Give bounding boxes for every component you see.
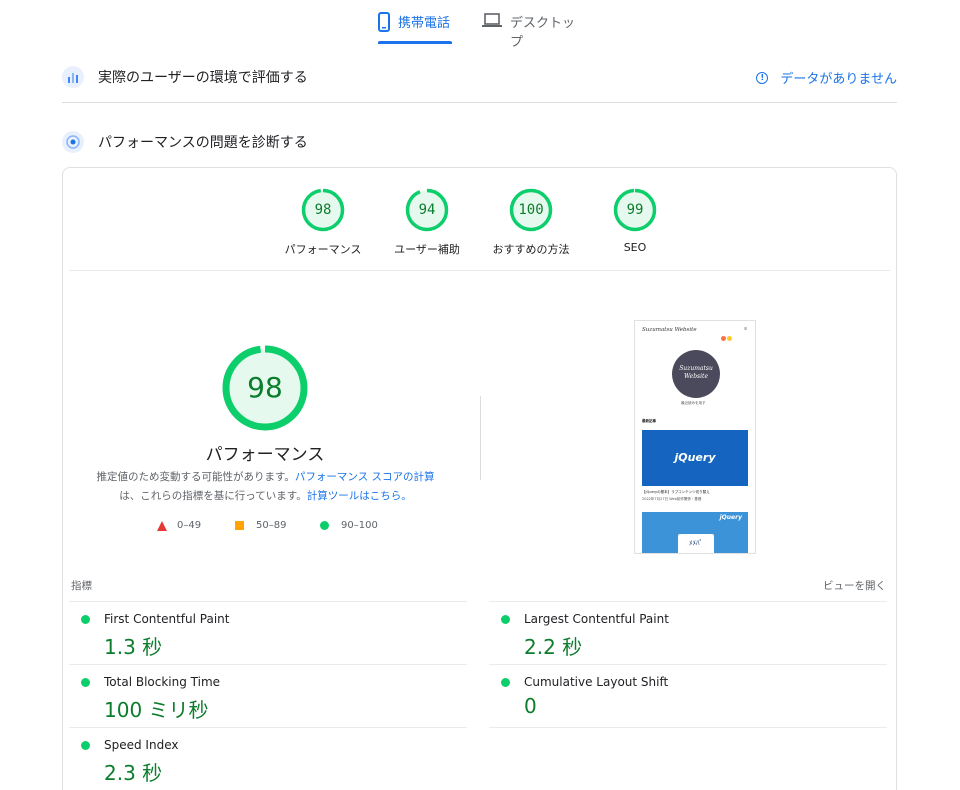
tab-desktop[interactable]: デスクトップ: [482, 12, 586, 50]
category-gauges: 98 パフォーマンス 94 ユーザー補助 100 おすすめの方法 99 SEO: [63, 168, 896, 270]
metric-first-contentful-paint: First Contentful Paint 1.3 秒: [69, 601, 467, 664]
tab-mobile[interactable]: 携帯電話: [378, 12, 452, 44]
gauge-ring: 100: [509, 188, 553, 232]
metrics-heading: 指標: [71, 580, 92, 592]
gauge-label: SEO: [623, 241, 647, 254]
crux-icon: [62, 66, 84, 88]
good-status-icon: [81, 741, 90, 750]
expand-view-button[interactable]: ビューを開く: [823, 578, 886, 593]
metric-value: 2.2 秒: [524, 635, 583, 659]
gauge-ring: 99: [613, 188, 657, 232]
no-data-link[interactable]: ! データがありません: [756, 68, 897, 87]
gauge-best-practices[interactable]: 100 おすすめの方法: [476, 188, 586, 257]
circle-icon: [320, 521, 329, 530]
legend-poor: 0–49: [157, 520, 201, 531]
metric-divider: [489, 727, 887, 728]
legend-average-label: 50–89: [256, 520, 287, 531]
calculator-link[interactable]: 計算ツールはこちら。: [307, 490, 412, 502]
real-user-title: 実際のユーザーの環境で評価する: [98, 70, 308, 86]
report-card: 98 パフォーマンス 94 ユーザー補助 100 おすすめの方法 99 SEO …: [62, 167, 897, 790]
legend-good-label: 90–100: [341, 520, 378, 531]
vertical-divider: [480, 396, 481, 480]
metric-speed-index: Speed Index 2.3 秒: [69, 727, 467, 790]
gauge-performance[interactable]: 98 パフォーマンス: [268, 188, 378, 257]
screenshot-logo: Suzumatsu Website: [672, 350, 720, 398]
metric-total-blocking-time: Total Blocking Time 100 ミリ秒: [69, 664, 467, 727]
screenshot-tagline: 最近読みを用す: [681, 401, 706, 405]
gauge-score: 98: [314, 202, 332, 218]
real-user-section-header: 実際のユーザーの環境で評価する ! データがありません: [62, 62, 897, 92]
metric-name: Largest Contentful Paint: [524, 612, 669, 626]
good-status-icon: [501, 615, 510, 624]
metric-name: Total Blocking Time: [104, 675, 221, 689]
score-description: 推定値のため変動する可能性があります。パフォーマンス スコアの計算 は、これらの…: [83, 468, 448, 506]
diagnose-title: パフォーマンスの問題を診断する: [98, 135, 308, 151]
diagnose-section-header: パフォーマンスの問題を診断する: [62, 127, 897, 157]
metric-cumulative-layout-shift: Cumulative Layout Shift 0: [489, 664, 887, 727]
info-icon: !: [756, 71, 769, 84]
metrics-header: 指標 ビューを開く: [71, 578, 886, 594]
gauge-label: おすすめの方法: [492, 243, 570, 256]
performance-gauge-large: 98: [221, 344, 309, 432]
legend-poor-label: 0–49: [177, 520, 202, 531]
page-screenshot: Suzumatsu Website ☰ Suzumatsu Website 最近…: [634, 320, 756, 554]
screenshot-brand: Suzumatsu Website: [642, 327, 697, 333]
phone-icon: [378, 12, 390, 36]
screenshot-post-image-2: jQuery ﾒﾒﾊﾟ: [642, 512, 748, 553]
menu-icon: ☰: [743, 327, 747, 331]
performance-label-large: パフォーマンス: [205, 445, 325, 465]
gauge-score: 94: [418, 202, 436, 218]
gauge-ring: 98: [301, 188, 345, 232]
screenshot-sign: ﾒﾒﾊﾟ: [678, 534, 714, 553]
screenshot-card2-logo: jQuery: [719, 514, 742, 521]
gauge-seo[interactable]: 99 SEO: [580, 188, 690, 254]
gauge-score: 100: [518, 202, 544, 218]
screenshot-header-icons: [721, 326, 735, 341]
screenshot-recent: 最新記事: [642, 419, 656, 423]
metric-value: 1.3 秒: [104, 635, 163, 659]
gauge-score: 99: [626, 202, 644, 218]
performance-score-large: 98: [247, 371, 283, 404]
triangle-icon: [157, 520, 167, 531]
no-data-text: データがありません: [780, 72, 897, 87]
metric-name: First Contentful Paint: [104, 612, 230, 626]
lighthouse-icon: [62, 131, 84, 153]
legend-good: 90–100: [320, 520, 378, 531]
gauge-accessibility[interactable]: 94 ユーザー補助: [372, 188, 482, 257]
good-status-icon: [501, 678, 510, 687]
section-divider: [62, 102, 897, 103]
desc-text-1: 推定値のため変動する可能性があります。: [96, 471, 295, 483]
metric-value: 0: [524, 694, 537, 718]
metric-largest-contentful-paint: Largest Contentful Paint 2.2 秒: [489, 601, 887, 664]
gauges-divider: [69, 270, 890, 271]
gauge-ring: 94: [405, 188, 449, 232]
score-legend: 0–49 50–89 90–100: [157, 520, 397, 536]
tab-desktop-label: デスクトップ: [510, 16, 576, 50]
score-calc-link[interactable]: パフォーマンス スコアの計算: [295, 471, 435, 483]
tab-mobile-label: 携帯電話: [398, 16, 451, 31]
metric-value: 2.3 秒: [104, 761, 163, 785]
screenshot-post-meta: 2022年7月27日 Web制作関係・基礎: [642, 497, 702, 501]
laptop-icon: [482, 12, 502, 32]
gauge-label: パフォーマンス: [284, 243, 362, 256]
metric-value: 100 ミリ秒: [104, 698, 209, 722]
metric-name: Speed Index: [104, 738, 179, 752]
square-icon: [235, 521, 244, 530]
screenshot-post-title: 【jQueryの基本】ラブコンテンツ切り替え: [642, 490, 710, 494]
active-tab-indicator: [378, 41, 452, 44]
screenshot-post-image: jQuery: [642, 430, 748, 486]
device-tabs: 携帯電話 デスクトップ: [0, 0, 960, 50]
good-status-icon: [81, 615, 90, 624]
desc-text-2: は、これらの指標を基に行っています。: [119, 490, 307, 502]
gauge-label: ユーザー補助: [394, 243, 460, 256]
good-status-icon: [81, 678, 90, 687]
legend-average: 50–89: [235, 520, 286, 531]
metric-name: Cumulative Layout Shift: [524, 675, 669, 689]
